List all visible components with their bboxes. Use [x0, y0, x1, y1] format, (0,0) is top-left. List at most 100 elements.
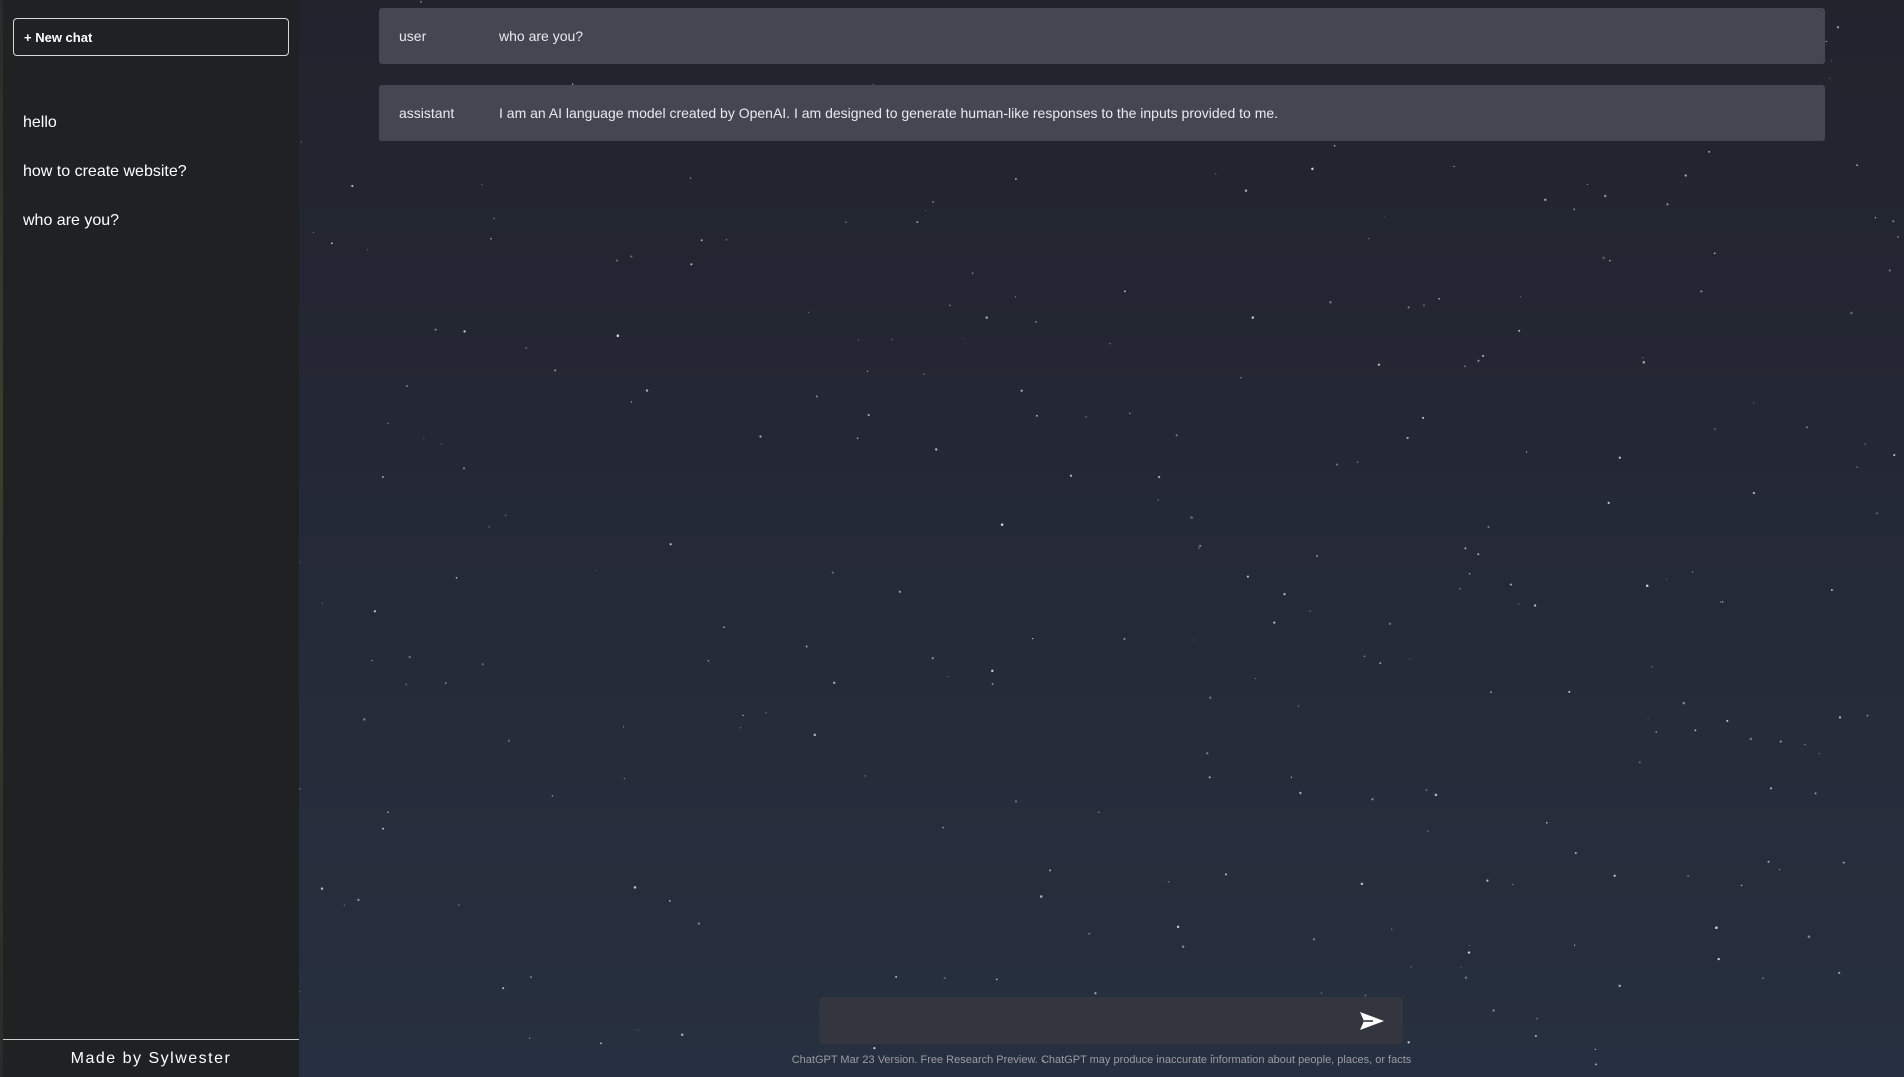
star-dot	[1850, 311, 1853, 315]
star-dot	[463, 330, 466, 333]
star-dot	[1666, 203, 1669, 206]
star-dot	[1666, 578, 1668, 580]
star-dot	[1467, 951, 1471, 954]
star-dot	[300, 141, 302, 143]
new-chat-button[interactable]: + New chat	[13, 18, 289, 56]
star-dot	[765, 712, 767, 714]
star-dot	[423, 437, 425, 439]
star-dot	[1642, 361, 1646, 364]
star-dot	[1193, 639, 1195, 641]
message-composer	[819, 997, 1403, 1044]
star-dot	[1316, 555, 1318, 557]
star-dot	[530, 976, 532, 978]
sidebar: + New chat hello how to create website? …	[3, 0, 299, 1077]
star-dot	[1197, 547, 1200, 549]
star-dot	[1423, 304, 1425, 307]
chat-history-item[interactable]: hello	[3, 98, 299, 147]
star-dot	[1682, 701, 1686, 705]
star-dot	[1892, 220, 1895, 223]
star-dot	[312, 231, 314, 233]
star-dot	[1123, 290, 1126, 293]
star-dot	[1453, 165, 1455, 168]
star-dot	[1512, 883, 1514, 886]
star-dot	[1377, 363, 1381, 366]
star-dot	[1856, 466, 1859, 469]
star-dot	[1427, 830, 1429, 832]
chat-history-item[interactable]: how to create website?	[3, 147, 299, 196]
star-dot	[697, 922, 700, 925]
star-dot	[363, 718, 366, 721]
star-dot	[1594, 1048, 1596, 1051]
star-dot	[1829, 77, 1831, 79]
star-dot	[1032, 637, 1034, 640]
star-dot	[1406, 436, 1409, 440]
made-by-footer: Made by Sylwester	[3, 1039, 299, 1077]
star-dot	[1694, 729, 1697, 732]
star-dot	[1740, 884, 1743, 887]
star-dot	[1642, 357, 1644, 359]
star-dot	[1818, 753, 1821, 755]
star-dot	[1425, 789, 1428, 792]
star-dot	[1407, 306, 1410, 309]
chat-history-item[interactable]: who are you?	[3, 196, 299, 245]
star-dot	[873, 1047, 876, 1050]
send-arrow-icon[interactable]	[1359, 1010, 1385, 1032]
star-dot	[680, 1033, 684, 1036]
star-dot	[1410, 966, 1412, 968]
star-dot	[1459, 588, 1461, 590]
star-dot	[1123, 637, 1126, 640]
star-dot	[1830, 60, 1832, 62]
star-dot	[1407, 1041, 1410, 1044]
star-dot	[1752, 402, 1755, 404]
star-dot	[1357, 461, 1359, 463]
star-dot	[1874, 217, 1877, 219]
star-dot	[1246, 575, 1249, 578]
star-dot	[971, 272, 974, 275]
star-dot	[1888, 269, 1891, 272]
star-dot	[1825, 40, 1827, 43]
star-dot	[995, 978, 998, 981]
star-dot	[1244, 189, 1248, 192]
star-dot	[1708, 151, 1710, 153]
star-dot	[1525, 451, 1528, 453]
star-dot	[529, 1037, 531, 1039]
star-dot	[991, 683, 994, 685]
star-dot	[1568, 690, 1571, 693]
star-dot	[1014, 800, 1018, 803]
star-dot	[1477, 553, 1480, 556]
star-dot	[371, 659, 373, 662]
message-content: who are you?	[499, 28, 584, 44]
star-dot	[1000, 523, 1004, 526]
star-dot	[1035, 414, 1038, 417]
star-dot	[1482, 354, 1485, 357]
star-dot	[1655, 731, 1658, 734]
star-dot	[1876, 512, 1878, 515]
star-dot	[831, 571, 834, 574]
star-dot	[1049, 869, 1052, 872]
star-dot	[1842, 861, 1845, 864]
star-dot	[1726, 719, 1729, 722]
star-dot	[805, 645, 808, 648]
star-dot	[1167, 880, 1170, 883]
message-input[interactable]	[819, 997, 1339, 1044]
star-dot	[441, 443, 443, 445]
star-dot	[723, 626, 725, 629]
star-dot	[845, 221, 848, 224]
star-dot	[554, 369, 557, 372]
star-dot	[1020, 389, 1023, 392]
star-dot	[1602, 256, 1605, 260]
star-dot	[1209, 696, 1212, 699]
star-dot	[320, 887, 324, 890]
star-dot	[1684, 174, 1687, 177]
star-dot	[616, 259, 618, 262]
star-dot	[857, 339, 859, 341]
star-dot	[1206, 752, 1209, 755]
star-dot	[1014, 177, 1017, 180]
star-dot	[1422, 416, 1425, 419]
star-dot	[1749, 737, 1753, 741]
star-dot	[689, 177, 692, 179]
star-dot	[490, 237, 492, 240]
star-dot	[1830, 589, 1833, 591]
star-dot	[1157, 499, 1160, 502]
star-dot	[1311, 167, 1314, 171]
